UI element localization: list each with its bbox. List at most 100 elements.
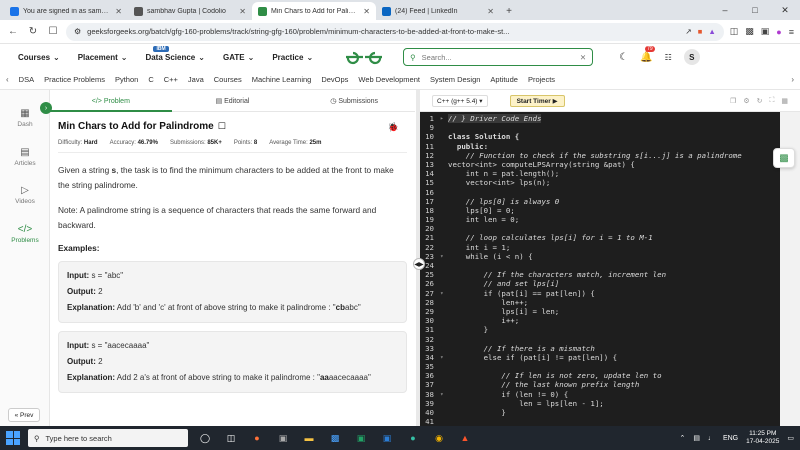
tab-submissions[interactable]: ◷ Submissions [293,94,415,112]
gfg-logo[interactable] [343,47,385,67]
code-line[interactable]: 29 lps[i] = len; [420,307,780,316]
options-icon[interactable]: ▦ [781,97,788,105]
category-link[interactable]: Courses [214,75,242,84]
code-line[interactable]: 28 len++; [420,298,780,307]
fold-icon[interactable] [440,371,448,380]
fold-icon[interactable] [440,325,448,334]
brave-shield-icon[interactable]: ■ [698,27,703,36]
chat-icon[interactable]: ▩ [773,148,795,168]
fold-icon[interactable] [440,178,448,187]
code-line[interactable]: 33 // If there is a mismatch [420,344,780,353]
fold-icon[interactable]: ▾ [440,289,448,298]
chevron-right-icon[interactable]: › [791,75,794,84]
code-editor[interactable]: 1 ▸// } Driver Code Ends 9 10 class Solution… [420,112,780,426]
code-line[interactable]: 37 // the last known prefix length [420,380,780,389]
url-field[interactable]: ⚙ geeksforgeeks.org/batch/gfg-160-proble… [66,22,724,41]
fold-icon[interactable] [440,160,448,169]
category-link[interactable]: C++ [164,75,178,84]
browser-tab[interactable]: sambhav Gupta | Codolio ✕ [128,2,252,20]
prev-button[interactable]: « Prev [8,408,40,422]
code-line[interactable]: 1 ▸// } Driver Code Ends [420,114,780,124]
fold-icon[interactable] [440,417,448,426]
brave-icon[interactable]: ▲ [456,429,474,447]
code-line[interactable]: 38 ▾ if (len != 0) { [420,390,780,399]
fullscreen-icon[interactable]: ⛶ [769,97,774,105]
word-icon[interactable]: ▣ [378,429,396,447]
menu-practice[interactable]: Practice ⌄ [272,53,313,62]
fold-icon[interactable] [440,233,448,242]
edge-icon[interactable]: ● [404,429,422,447]
reset-icon[interactable]: ↻ [757,97,763,105]
fold-icon[interactable] [440,243,448,252]
report-bug-icon[interactable]: 🐞 [388,122,399,133]
fold-icon[interactable] [440,279,448,288]
code-line[interactable]: 16 [420,188,780,197]
tray-up-icon[interactable]: ⌃ [679,434,685,442]
start-timer-button[interactable]: Start Timer ▶ [509,94,565,107]
category-link[interactable]: C [148,75,153,84]
code-line[interactable]: 9 [420,123,780,132]
copy-icon[interactable]: ❐ [730,97,736,105]
cortana-icon[interactable]: ◯ [196,429,214,447]
code-line[interactable]: 27 ▾ if (pat[i] == pat[len]) { [420,289,780,298]
fold-icon[interactable] [440,307,448,316]
dark-mode-icon[interactable]: ☾ [619,52,628,63]
share-icon[interactable]: ↗ [685,27,691,36]
fold-icon[interactable] [440,142,448,151]
menu-gate[interactable]: GATE ⌄ [223,53,254,62]
maximize-icon[interactable]: □ [740,0,770,20]
notifications-center-icon[interactable]: ▭ [787,434,794,442]
code-line[interactable]: 41 [420,417,780,426]
code-line[interactable]: 36 // If len is not zero, update len to [420,371,780,380]
fold-icon[interactable]: ▾ [440,353,448,362]
fold-icon[interactable] [440,316,448,325]
minimize-icon[interactable]: – [710,0,740,20]
fold-icon[interactable] [440,362,448,371]
rail-item-problems[interactable]: </> Problems [0,224,50,244]
category-link[interactable]: Python [115,75,138,84]
category-link[interactable]: Projects [528,75,555,84]
extensions-icon[interactable]: ▩ [745,26,754,37]
chevron-left-icon[interactable]: ‹ [6,75,9,84]
chrome-icon[interactable]: ◉ [430,429,448,447]
code-line[interactable]: 12 // Function to check if the substring… [420,151,780,160]
browser-tab[interactable]: (24) Feed | LinkedIn ✕ [376,2,500,20]
language-select[interactable]: C++ (g++ 5.4) ▾ [432,94,488,107]
fold-icon[interactable] [440,335,448,344]
code-line[interactable]: 39 len = lps[len - 1]; [420,399,780,408]
browser-tab[interactable]: You are signed in as sambhavgupt ✕ [4,2,128,20]
fold-icon[interactable]: ▾ [440,390,448,399]
fold-icon[interactable] [440,261,448,270]
code-line[interactable]: 11 public: [420,142,780,151]
code-line[interactable]: 32 [420,335,780,344]
menu-icon[interactable]: ≡ [789,27,794,37]
menu-data-science[interactable]: IBM Data Science ⌄ [145,45,205,62]
language-icon[interactable]: ☷ [665,53,672,62]
code-line[interactable]: 31 } [420,325,780,334]
new-tab-button[interactable]: + [500,2,518,20]
fold-icon[interactable] [440,380,448,389]
code-line[interactable]: 15 vector<int> lps(n); [420,178,780,187]
fold-icon[interactable] [440,224,448,233]
fold-icon[interactable] [440,188,448,197]
menu-placement[interactable]: Placement ⌄ [78,53,128,62]
reload-icon[interactable]: ↻ [26,26,40,37]
avatar[interactable]: S [683,49,700,65]
category-link[interactable]: Aptitude [490,75,518,84]
fold-icon[interactable] [440,169,448,178]
rail-item-articles[interactable]: ▤ Articles [0,147,50,167]
code-line[interactable]: 30 i++; [420,316,780,325]
fold-icon[interactable] [440,344,448,353]
collapse-panel-icon[interactable]: › [40,102,52,114]
code-line[interactable]: 23 ▾ while (i < n) { [420,252,780,261]
category-link[interactable]: Java [188,75,204,84]
category-link[interactable]: System Design [430,75,480,84]
camera-icon[interactable]: ▣ [274,429,292,447]
windows-start-icon[interactable] [6,431,20,445]
code-line[interactable]: 22 int i = 1; [420,243,780,252]
wallet-icon[interactable]: ▣ [761,26,770,37]
network-icon[interactable]: ▤ [693,434,700,442]
tab-editorial[interactable]: ▤ Editorial [172,94,294,112]
brave-rewards-icon[interactable]: ▲ [708,27,715,36]
clear-icon[interactable]: ✕ [580,53,586,62]
